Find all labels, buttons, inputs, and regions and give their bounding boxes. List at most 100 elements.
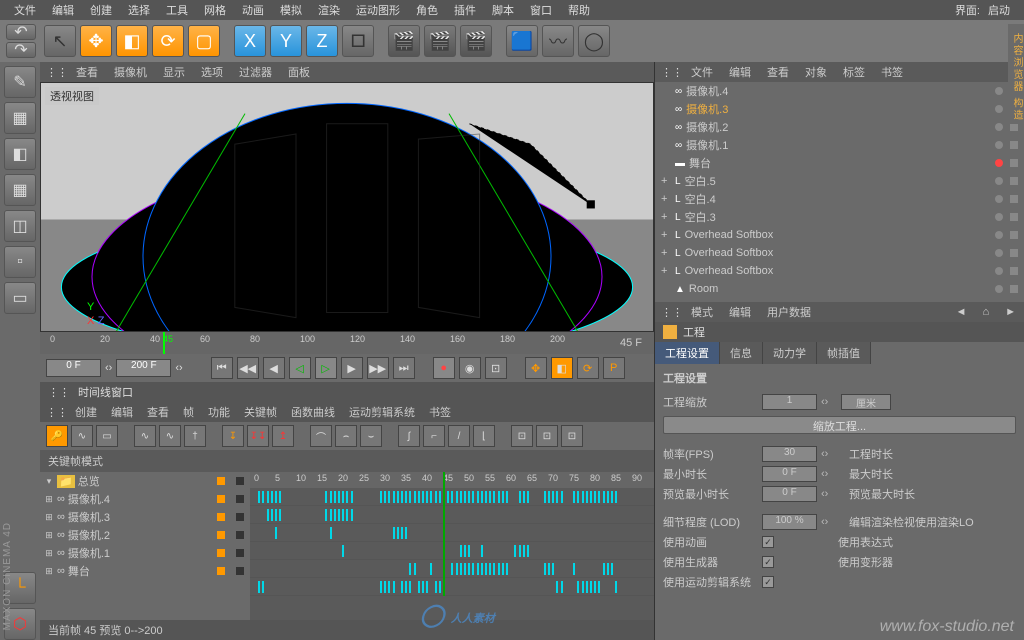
attr-menu-mode[interactable]: 模式 [683,303,721,321]
tl-menu-create[interactable]: 创建 [68,403,104,421]
start-frame-input[interactable]: 0 F [46,359,101,377]
vp-menu-display[interactable]: 显示 [155,63,193,81]
attr-menu-user[interactable]: 用户数据 [759,303,819,321]
frame-ruler[interactable]: 0 20 40 45 60 80 100 120 140 160 180 200… [40,332,654,354]
om-menu-bookmark[interactable]: 书签 [873,63,911,81]
om-menu-object[interactable]: 对象 [797,63,835,81]
tl-snap2-icon[interactable]: ⊡ [536,425,558,447]
tl-mode-motion-icon[interactable]: ▭ [96,425,118,447]
tab-frameinterp[interactable]: 帧插值 [817,342,871,364]
key-param-icon[interactable]: P [603,357,625,379]
goto-start-icon[interactable]: ⏮ [211,357,233,379]
x-axis-icon[interactable]: X [234,25,266,57]
mintime-input[interactable]: 0 F [762,466,817,482]
motion-checkbox[interactable] [762,576,774,588]
om-menu-file[interactable]: 文件 [683,63,721,81]
vp-menu-camera[interactable]: 摄像机 [106,63,155,81]
fps-input[interactable]: 30 [762,446,817,462]
scale-unit-dropdown[interactable]: 厘米 [841,394,891,410]
select-tool-icon[interactable]: ↖ [44,25,76,57]
tab-project-settings[interactable]: 工程设置 [655,342,720,364]
tl-key2-icon[interactable]: ↧↧ [247,425,269,447]
tl-snap3-icon[interactable]: ⊡ [561,425,583,447]
z-axis-icon[interactable]: Z [306,25,338,57]
menu-plugin[interactable]: 插件 [446,0,484,20]
object-row[interactable]: ∞摄像机.2 [655,118,1024,136]
object-row[interactable]: ∞摄像机.1 [655,136,1024,154]
attr-menu-edit[interactable]: 编辑 [721,303,759,321]
menu-mograph[interactable]: 运动图形 [348,0,408,20]
menu-select[interactable]: 选择 [120,0,158,20]
redo-button[interactable]: ↷ [6,42,36,58]
end-frame-input[interactable]: 200 F [116,359,171,377]
play-back-icon[interactable]: ◁ [289,357,311,379]
y-axis-icon[interactable]: Y [270,25,302,57]
timeline-row[interactable]: ⊞∞摄像机.1 [40,544,250,562]
tl-menu-bookmark[interactable]: 书签 [422,403,458,421]
object-row[interactable]: +L空白.5 [655,172,1024,190]
menu-edit[interactable]: 编辑 [44,0,82,20]
next-frame-icon[interactable]: ▶ [341,357,363,379]
lod-input[interactable]: 100 % [762,514,817,530]
tl-snap1-icon[interactable]: ⊡ [511,425,533,447]
play-forward-icon[interactable]: ▷ [315,357,337,379]
attr-nav-fwd-icon[interactable]: ► [997,305,1024,319]
tl-tan3-icon[interactable]: ⌣ [360,425,382,447]
key-scale-icon[interactable]: ◧ [551,357,573,379]
tl-key3-icon[interactable]: ↥ [272,425,294,447]
tl-interp4-icon[interactable]: ⌊ [473,425,495,447]
vp-menu-view[interactable]: 查看 [68,63,106,81]
tl-menu-frame[interactable]: 帧 [176,403,201,421]
menu-tool[interactable]: 工具 [158,0,196,20]
scale-tool-icon[interactable]: ◧ [116,25,148,57]
render-settings-icon[interactable]: 🎬 [460,25,492,57]
tl-menu-edit[interactable]: 编辑 [104,403,140,421]
object-mode-icon[interactable]: ◧ [4,138,36,170]
gen-checkbox[interactable] [762,556,774,568]
om-menu-edit[interactable]: 编辑 [721,63,759,81]
menu-char[interactable]: 角色 [408,0,446,20]
tl-mode-dope-icon[interactable]: 🔑 [46,425,68,447]
key-pos-icon[interactable]: ✥ [525,357,547,379]
tab-dynamics[interactable]: 动力学 [763,342,817,364]
om-menu-tags[interactable]: 标签 [835,63,873,81]
tl-show-icon[interactable]: † [184,425,206,447]
object-row[interactable]: ∞摄像机.4 [655,82,1024,100]
prev-key-icon[interactable]: ◀◀ [237,357,259,379]
menu-file[interactable]: 文件 [6,0,44,20]
timeline-grip-icon[interactable]: ⋮⋮ [48,386,70,399]
perspective-viewport[interactable]: 透视视图 YX Z [40,82,654,332]
key-rot-icon[interactable]: ⟳ [577,357,599,379]
keyframe-track[interactable] [250,506,654,524]
object-row[interactable]: ∞摄像机.3 [655,100,1024,118]
tl-tan1-icon[interactable]: ⌒ [310,425,332,447]
vp-menu-options[interactable]: 选项 [193,63,231,81]
tl-link-icon[interactable]: ∿ [134,425,156,447]
scale-project-button[interactable]: 缩放工程... [663,416,1016,434]
next-key-icon[interactable]: ▶▶ [367,357,389,379]
tl-interp1-icon[interactable]: ∫ [398,425,420,447]
object-row[interactable]: +L空白.3 [655,208,1024,226]
tl-key-icon[interactable]: ↧ [222,425,244,447]
texture-mode-icon[interactable]: ▦ [4,174,36,206]
object-row[interactable]: +LOverhead Softbox [655,226,1024,244]
primitive-cube-icon[interactable]: 🟦 [506,25,538,57]
keyframe-track[interactable] [250,524,654,542]
record-key-icon[interactable]: ● [433,357,455,379]
point-mode-icon[interactable]: ▫ [4,246,36,278]
tl-menu-key[interactable]: 关键帧 [237,403,284,421]
timeline-row[interactable]: ▾📁总览 [40,472,250,490]
menu-window[interactable]: 窗口 [522,0,560,20]
tab-info[interactable]: 信息 [720,342,763,364]
object-manager-tree[interactable]: ∞摄像机.4∞摄像机.3∞摄像机.2∞摄像机.1▬舞台+L空白.5+L空白.4+… [655,82,1024,302]
object-row[interactable]: ▲Room [655,280,1024,298]
move-tool-icon[interactable]: ✥ [80,25,112,57]
spline-icon[interactable]: 〰 [542,25,574,57]
render-view-icon[interactable]: 🎬 [388,25,420,57]
object-row[interactable]: +L空白.4 [655,190,1024,208]
rotate-tool-icon[interactable]: ⟳ [152,25,184,57]
vp-grip-icon[interactable]: ⋮⋮ [46,66,68,79]
timeline-row[interactable]: ⊞∞舞台 [40,562,250,580]
edge-mode-icon[interactable]: ▭ [4,282,36,314]
menu-render[interactable]: 渲染 [310,0,348,20]
